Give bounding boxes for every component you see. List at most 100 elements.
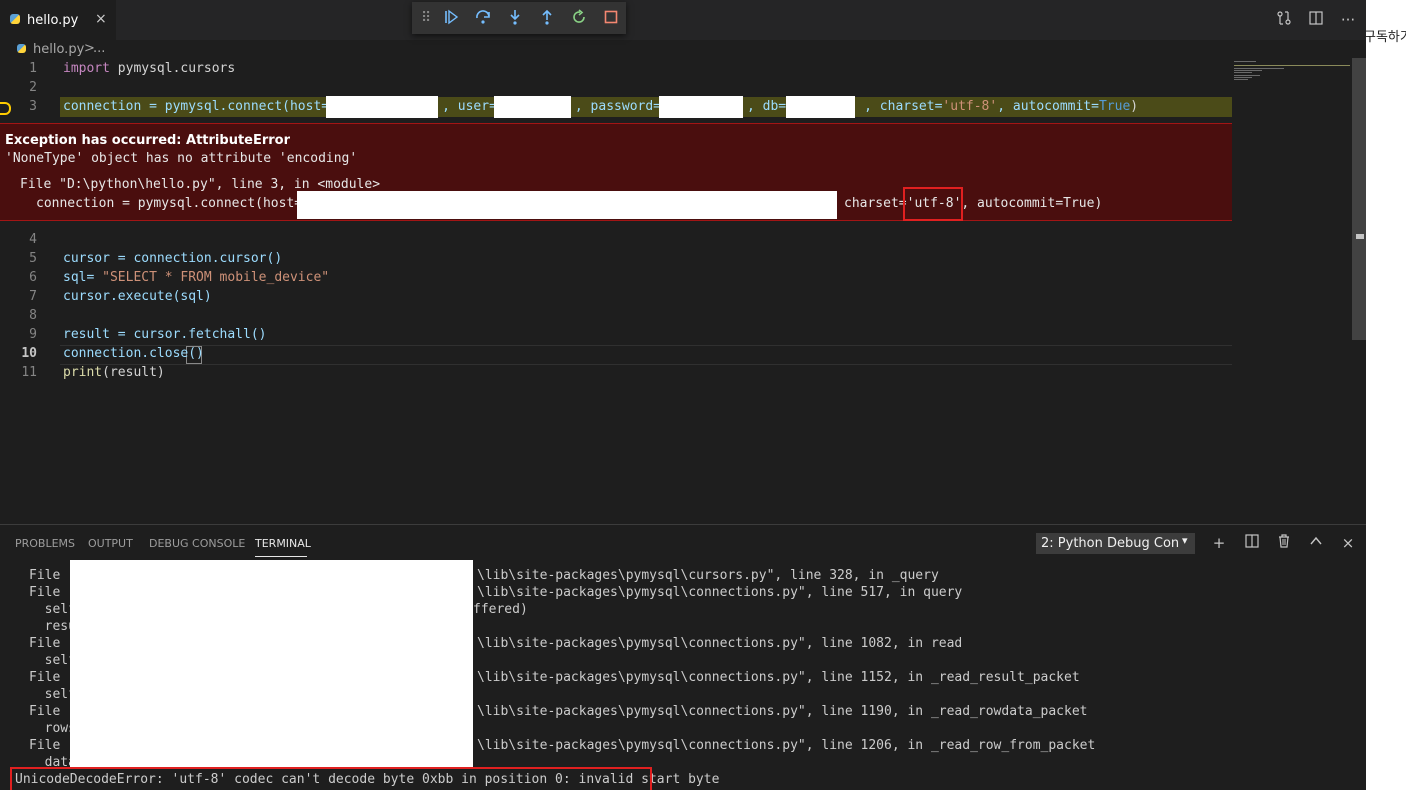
code-text: pymysql.cursors [109,61,236,76]
string-literal: 'utf-8' [942,99,998,114]
breadcrumb: hello.py > ... [0,40,1230,58]
highlight-box [10,767,652,790]
line-number: 2 [29,80,37,95]
terminal-line: \lib\site-packages\pymysql\connections.p… [477,738,1096,753]
breadcrumb-symbols[interactable]: ... [93,41,105,56]
exception-stack-code: connection = pymysql.connect(host= [36,196,303,211]
bottom-panel: PROBLEMS OUTPUT DEBUG CONSOLE TERMINAL 2… [0,524,1366,790]
step-over-icon[interactable] [474,9,492,27]
keyword: import [63,61,110,76]
line-number: 5 [29,251,37,266]
code-line-7: cursor.execute(sql) [63,289,212,304]
subscribe-link[interactable]: 구독하기 [1364,26,1406,45]
redaction-box [786,96,855,118]
line-number: 8 [29,308,37,323]
tab-problems[interactable]: PROBLEMS [15,537,75,550]
line-number: 4 [29,232,37,247]
redaction-box [70,560,473,767]
stop-icon[interactable] [602,9,620,27]
current-line-highlight [60,345,1232,365]
terminal-line: \lib\site-packages\pymysql\connections.p… [477,585,963,600]
continue-icon[interactable] [442,9,460,27]
terminal-line: File " [29,585,76,600]
terminal-line: \lib\site-packages\pymysql\connections.p… [477,636,963,651]
split-terminal-icon[interactable] [1243,534,1261,552]
minimap-line [1234,79,1248,80]
code-text: (result) [102,365,165,380]
step-into-icon[interactable] [506,9,524,27]
tab-debug-console[interactable]: DEBUG CONSOLE [149,537,245,550]
redaction-box [297,191,837,219]
trash-icon[interactable] [1275,534,1293,552]
chevron-up-icon[interactable] [1307,534,1325,552]
terminal-line: File " [29,636,76,651]
minimap[interactable] [1232,58,1352,524]
terminal-line: \lib\site-packages\pymysql\connections.p… [477,670,1080,685]
terminal-line: \lib\site-packages\pymysql\connections.p… [477,704,1088,719]
code-text: , charset= [864,99,943,114]
tab-terminal[interactable]: TERMINAL [255,537,311,550]
code-line-6: sql= "SELECT * FROM mobile_device" [63,270,329,285]
tab-output[interactable]: OUTPUT [88,537,133,550]
exception-stack-code-tail: charset='utf-8', autocommit=True) [844,196,1103,211]
restart-icon[interactable] [570,9,588,27]
vscode-window: hello.py × ··· ⠿ hello.py > ... 1 2 3 4 … [0,0,1366,790]
code-text: result = cursor.fetchall() [63,327,267,342]
code-line-11: print(result) [63,365,165,380]
exception-title: Exception has occurred: AttributeError [5,133,291,148]
terminal-line: File " [29,704,76,719]
redaction-box [326,96,438,118]
code-text: cursor.execute(sql) [63,289,212,304]
code-text: connection.close() [63,346,204,361]
function-name: print [63,365,103,380]
close-icon[interactable]: × [1339,534,1357,552]
terminal-line: rows [29,721,76,736]
drag-handle-icon[interactable]: ⠿ [421,10,431,26]
minimap-line [1234,72,1252,73]
keyword: True [1098,99,1131,114]
terminal-line: \lib\site-packages\pymysql\cursors.py", … [477,568,939,583]
split-editor-icon[interactable] [1307,11,1325,29]
close-icon[interactable]: × [95,11,107,27]
code-line-1: import pymysql.cursors [63,61,235,76]
scrollbar-marker [1356,234,1364,239]
terminal-line: resu [29,619,76,634]
code-line-3: connection = pymysql.connect(host= , user… [63,99,1138,114]
minimap-line [1234,65,1350,66]
line-number: 9 [29,327,37,342]
exception-message: 'NoneType' object has no attribute 'enco… [5,151,358,166]
terminal-select-value: 2: Python Debug Console [1041,536,1179,551]
plus-icon[interactable]: + [1210,534,1228,552]
active-tab-indicator [255,556,307,557]
minimap-line [1234,77,1252,78]
terminal-line: File " [29,738,76,753]
code-line-9: result = cursor.fetchall() [63,327,267,342]
breadcrumb-file[interactable]: hello.py [33,42,84,57]
code-text: , user= [442,99,497,114]
source-control-icon[interactable] [1275,11,1293,29]
terminal-line: File " [29,568,76,583]
minimap-line [1234,61,1256,62]
string-literal: "SELECT * FROM mobile_device" [102,270,330,285]
code-line-10: connection.close() [63,346,204,361]
exception-widget: Exception has occurred: AttributeError '… [0,123,1232,221]
terminal-select[interactable]: 2: Python Debug Console ▾ [1036,533,1195,554]
tab-label: hello.py [27,13,79,28]
editor-scrollbar[interactable] [1352,58,1366,340]
more-actions-icon[interactable]: ··· [1339,11,1357,29]
chevron-down-icon: ▾ [1182,534,1188,547]
python-file-icon [17,44,26,53]
terminal-line: self [29,687,76,702]
code-text: ) [1130,99,1139,114]
browser-side-strip: 구독하기 [1364,0,1406,790]
debug-toolbar: ⠿ [412,2,626,34]
line-number-active: 10 [21,346,37,361]
terminal-line: ffered) [473,602,528,617]
line-number: 7 [29,289,37,304]
terminal-line: self [29,602,76,617]
line-number: 11 [21,365,37,380]
line-number: 1 [29,61,37,76]
tab-hello-py[interactable]: hello.py × [0,0,116,40]
code-line-5: cursor = connection.cursor() [63,251,282,266]
step-out-icon[interactable] [538,9,556,27]
